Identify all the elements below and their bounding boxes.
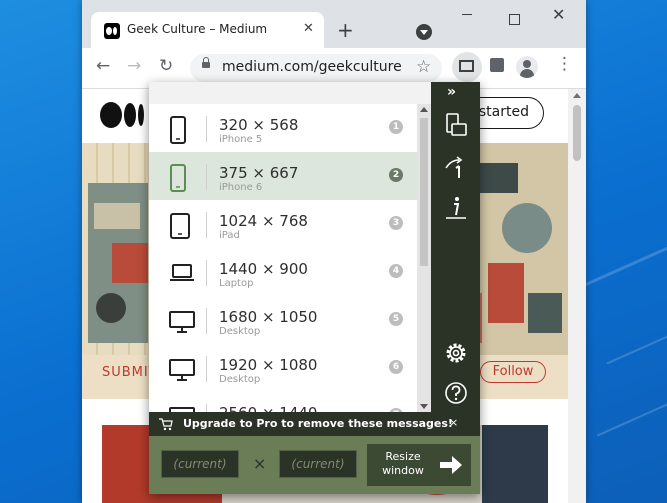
follow-button[interactable]: Follow xyxy=(480,361,546,383)
help-icon[interactable] xyxy=(443,380,469,406)
medium-favicon-icon xyxy=(104,23,120,39)
preset-size: 1920 × 1080 xyxy=(219,356,318,374)
row-divider xyxy=(206,212,207,238)
preset-number-badge: 1 xyxy=(389,120,403,134)
medium-logo[interactable] xyxy=(100,102,146,128)
info-icon[interactable] xyxy=(443,194,469,220)
width-input[interactable]: (current) xyxy=(161,450,239,478)
preset-list-scrollbar[interactable] xyxy=(417,104,431,412)
scroll-up-arrow-icon[interactable] xyxy=(420,107,428,112)
window-resizer-popup: 320 × 568 iPhone 5 1 375 × 667 iPhone 6 … xyxy=(149,82,480,494)
monitor-icon xyxy=(169,311,195,333)
monitor-icon xyxy=(169,359,195,381)
preset-row[interactable]: 1440 × 900 Laptop 4 xyxy=(149,248,417,296)
cart-icon xyxy=(159,418,173,431)
resize-frame-icon xyxy=(459,60,474,72)
reload-icon[interactable]: ↻ xyxy=(159,58,173,75)
preset-row[interactable]: 1920 × 1080 Desktop 6 xyxy=(149,344,417,392)
tablet-icon xyxy=(170,213,190,239)
preset-number-badge: 3 xyxy=(389,216,403,230)
preset-size: 320 × 568 xyxy=(219,116,299,134)
profile-avatar[interactable] xyxy=(516,56,538,78)
preset-row[interactable]: 320 × 568 iPhone 5 1 xyxy=(149,104,417,152)
preset-size: 375 × 667 xyxy=(219,164,299,182)
maximize-icon[interactable] xyxy=(509,14,520,25)
notice-close-icon[interactable]: × xyxy=(449,416,458,429)
preset-row[interactable]: 1024 × 768 iPad 3 xyxy=(149,200,417,248)
new-tab-icon[interactable]: + xyxy=(337,20,354,40)
window-resizer-extension-button[interactable] xyxy=(452,52,482,82)
address-bar[interactable]: medium.com/geekculture ☆ xyxy=(190,54,442,82)
row-divider xyxy=(206,404,207,412)
tab-close-icon[interactable]: ✕ xyxy=(303,21,314,36)
times-symbol: × xyxy=(253,454,267,473)
laptop-icon xyxy=(170,264,194,281)
preset-name: iPad xyxy=(219,230,240,241)
preset-name: Laptop xyxy=(219,278,254,289)
preset-name: Desktop xyxy=(219,326,261,337)
title-bar: Geek Culture – Medium ✕ + ✕ xyxy=(82,0,586,48)
row-divider xyxy=(206,308,207,334)
desktop-light-streak xyxy=(606,297,667,365)
preset-number-badge: 6 xyxy=(389,360,403,374)
preset-name: Desktop xyxy=(219,374,261,385)
url-text: medium.com/geekculture xyxy=(222,59,402,75)
row-divider xyxy=(206,260,207,286)
page-scrollbar[interactable] xyxy=(568,89,586,503)
preset-row[interactable]: 2560 × 1440 7 xyxy=(149,392,417,412)
resize-window-button[interactable]: Resize window xyxy=(367,444,471,486)
rotate-viewport-icon[interactable] xyxy=(443,112,469,138)
tab-search-icon[interactable] xyxy=(416,24,432,40)
desktop-light-streak xyxy=(596,365,667,437)
extensions-puzzle-icon[interactable] xyxy=(490,58,504,72)
phone-icon xyxy=(170,116,186,144)
preset-name: iPhone 6 xyxy=(219,182,263,193)
scroll-thumb[interactable] xyxy=(573,105,581,161)
row-divider xyxy=(206,356,207,382)
tab-title: Geek Culture – Medium xyxy=(127,22,268,36)
upgrade-notice-text[interactable]: Upgrade to Pro to remove these messages! xyxy=(183,417,453,430)
preset-size: 2560 × 1440 xyxy=(219,404,317,412)
preset-name: iPhone 5 xyxy=(219,134,263,145)
row-divider xyxy=(206,116,207,142)
set-preset-icon[interactable] xyxy=(443,154,469,180)
preset-number-badge: 5 xyxy=(389,312,403,326)
bookmark-star-icon[interactable]: ☆ xyxy=(416,57,431,77)
preset-number-badge: 4 xyxy=(389,264,403,278)
preset-row-selected[interactable]: 375 × 667 iPhone 6 2 xyxy=(149,152,417,200)
minimize-icon[interactable] xyxy=(462,14,472,15)
forward-icon[interactable]: → xyxy=(127,58,141,75)
preset-size: 1440 × 900 xyxy=(219,260,308,278)
popup-top-bar xyxy=(149,82,431,104)
settings-icon[interactable] xyxy=(443,340,469,366)
preset-size: 1680 × 1050 xyxy=(219,308,318,326)
lock-icon xyxy=(202,57,210,68)
custom-size-bar: (current) × (current) Resize window xyxy=(149,436,480,494)
resize-window-label: Resize window xyxy=(382,450,424,477)
scroll-down-arrow-icon[interactable] xyxy=(420,404,428,409)
browser-menu-icon[interactable]: ⋮ xyxy=(556,56,573,73)
preset-size: 1024 × 768 xyxy=(219,212,308,230)
preset-row[interactable]: 1680 × 1050 Desktop 5 xyxy=(149,296,417,344)
row-divider xyxy=(206,164,207,190)
monitor-icon xyxy=(169,407,195,412)
back-icon[interactable]: ← xyxy=(96,58,110,75)
phone-icon xyxy=(170,164,186,192)
upgrade-notice-bar: Upgrade to Pro to remove these messages!… xyxy=(149,412,480,436)
window-close-icon[interactable]: ✕ xyxy=(552,5,565,24)
height-input[interactable]: (current) xyxy=(279,450,357,478)
arrow-right-icon xyxy=(440,456,462,474)
resizer-sidebar: » xyxy=(431,82,480,412)
collapse-icon[interactable]: » xyxy=(447,84,456,100)
scroll-thumb[interactable] xyxy=(420,118,428,266)
scroll-up-arrow-icon[interactable] xyxy=(573,93,581,98)
preset-list: 320 × 568 iPhone 5 1 375 × 667 iPhone 6 … xyxy=(149,104,417,412)
preset-number-badge: 2 xyxy=(389,168,403,182)
browser-tab[interactable]: Geek Culture – Medium ✕ xyxy=(91,12,324,48)
